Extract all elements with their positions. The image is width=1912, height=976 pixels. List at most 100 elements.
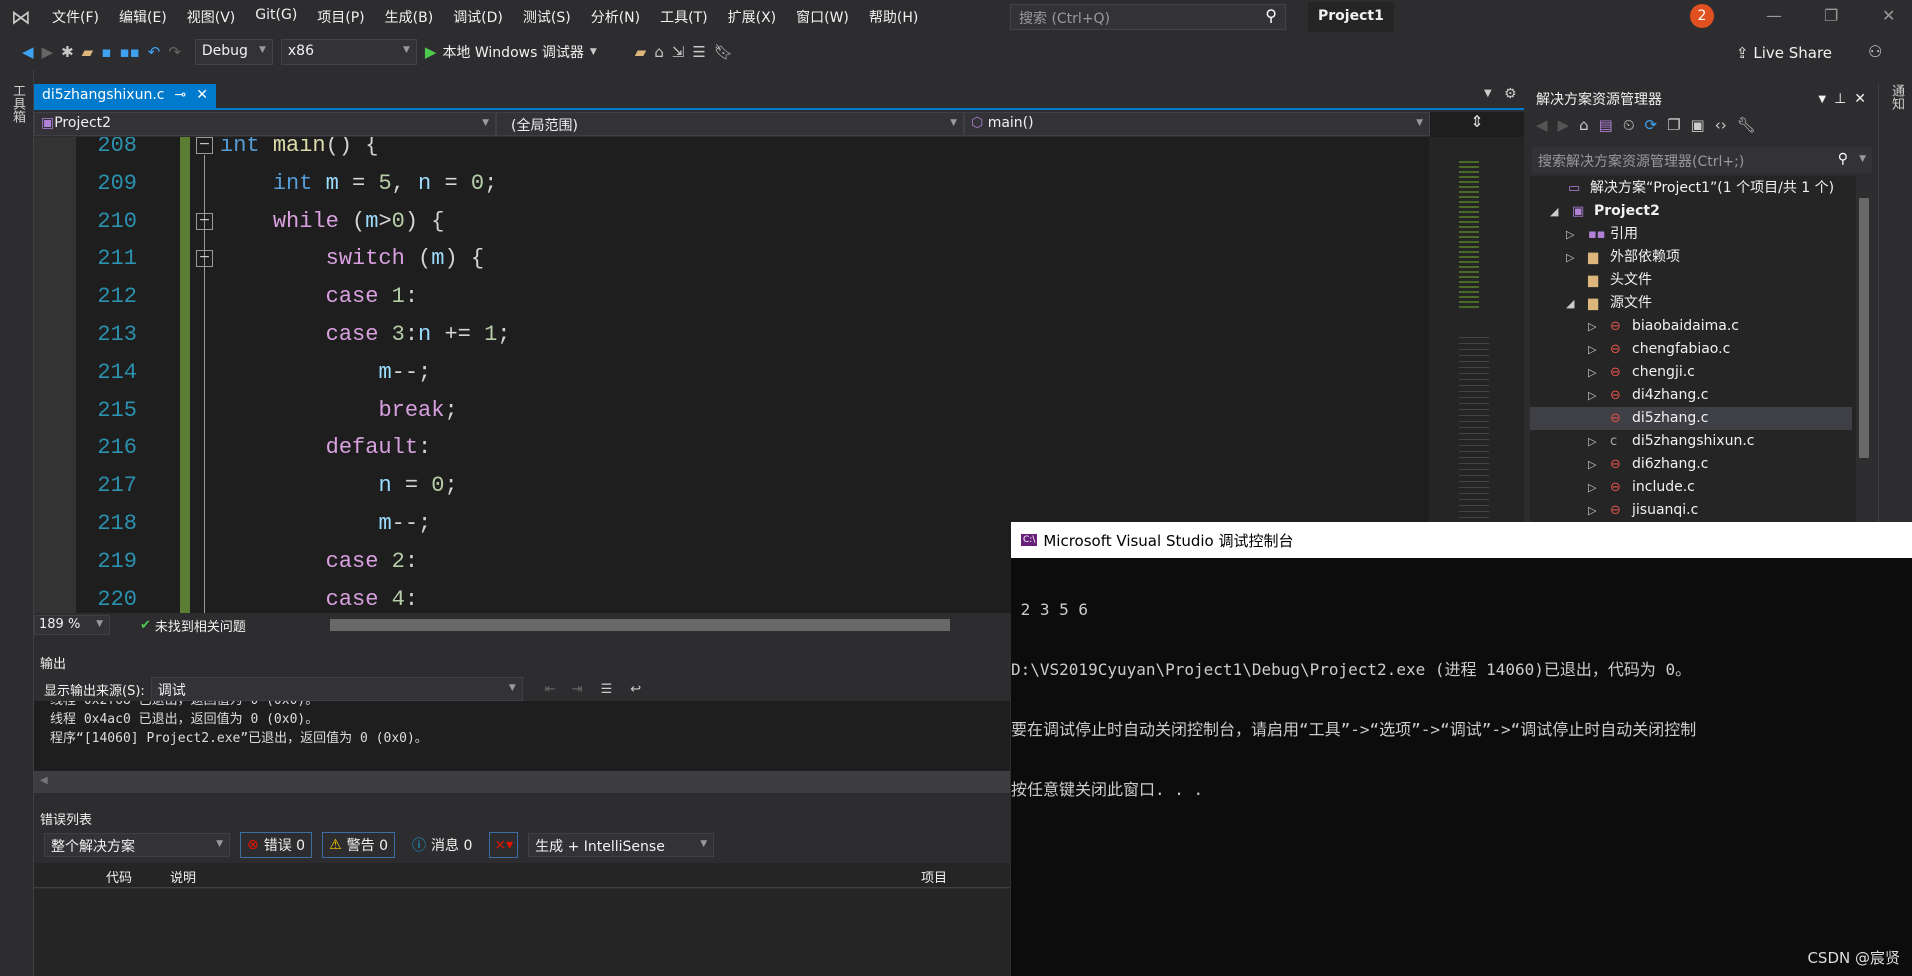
search-input[interactable]: 搜索 (Ctrl+Q) ⚲	[1010, 4, 1286, 30]
switch-views-icon[interactable]: ▤	[1599, 116, 1613, 134]
collapse-icon[interactable]: −	[196, 137, 213, 154]
window-position-icon[interactable]: ▼	[1818, 94, 1826, 105]
solution-tree-item[interactable]: ▷ ⊖ jisuanqi.c	[1530, 499, 1852, 522]
solution-tree-item[interactable]: ▷ ⊖ di6zhang.c	[1530, 453, 1852, 476]
solution-tree-item[interactable]: ▷ ▆ 外部依赖项	[1530, 246, 1852, 269]
expand-icon[interactable]: ▷	[1588, 384, 1596, 407]
back-icon[interactable]: ◀	[22, 43, 34, 61]
expand-icon[interactable]: ◢	[1550, 200, 1558, 223]
member-dropdown[interactable]: ⬡ main() ▼	[964, 112, 1430, 136]
feedback-icon[interactable]: ⚇	[1868, 42, 1882, 61]
solution-tree-item[interactable]: ▷ ⊖ chengfabiao.c	[1530, 338, 1852, 361]
menu-item[interactable]: 帮助(H)	[859, 7, 928, 27]
output-horizontal-scrollbar[interactable]: ◀	[34, 771, 1010, 793]
configuration-dropdown[interactable]: Debug ▼	[194, 39, 273, 65]
notification-badge[interactable]: 2	[1690, 4, 1714, 28]
platform-dropdown[interactable]: x86 ▼	[280, 39, 417, 65]
column-project[interactable]: 项目	[921, 867, 947, 886]
properties-icon[interactable]: 🔧︎	[1737, 116, 1756, 134]
new-project-icon[interactable]: ✱	[61, 43, 74, 61]
menu-item[interactable]: 工具(T)	[650, 7, 717, 27]
solution-tree-item[interactable]: ▷ ⊖ chengji.c	[1530, 361, 1852, 384]
solution-tree-item[interactable]: ▷ c di5zhangshixun.c	[1530, 430, 1852, 453]
warnings-filter-button[interactable]: ⚠ 警告 0	[322, 832, 396, 858]
collapse-icon[interactable]: −	[196, 250, 213, 268]
pin-icon[interactable]: ⊸	[174, 87, 186, 107]
start-debugging-button[interactable]: ▶ 本地 Windows 调试器 ▼	[425, 42, 597, 62]
solution-tree-item[interactable]: ▷ ⊖ di4zhang.c	[1530, 384, 1852, 407]
expand-icon[interactable]: ▷	[1566, 246, 1574, 269]
solution-tree-item[interactable]: ▆ 头文件	[1530, 269, 1852, 292]
expand-icon[interactable]: ▷	[1588, 361, 1596, 384]
menu-item[interactable]: 编辑(E)	[109, 7, 177, 27]
issues-status[interactable]: 未找到相关问题	[155, 616, 246, 635]
messages-filter-button[interactable]: ⓘ 消息 0	[405, 832, 479, 858]
live-share-button[interactable]: ⇪ Live Share	[1736, 44, 1832, 62]
clear-filter-button[interactable]: ⨯▾	[489, 832, 519, 858]
solution-tree-item[interactable]: ◢ ▆ 源文件	[1530, 292, 1852, 315]
expand-icon[interactable]: ▷	[1588, 338, 1596, 361]
forward-icon[interactable]: ▶	[42, 43, 54, 61]
menu-item[interactable]: Git(G)	[245, 7, 307, 27]
split-editor-button[interactable]: ⇕	[1430, 112, 1524, 137]
maximize-button[interactable]: ❐	[1824, 6, 1838, 25]
expand-icon[interactable]: ▷	[1588, 315, 1596, 338]
column-description[interactable]: 说明	[170, 867, 196, 886]
menu-item[interactable]: 测试(S)	[513, 7, 581, 27]
undo-icon[interactable]: ↶	[148, 43, 161, 61]
collapse-all-icon[interactable]: ❐	[1667, 116, 1680, 134]
expand-icon[interactable]: ▷	[1588, 453, 1596, 476]
build-filter-dropdown[interactable]: 生成 + IntelliSense ▼	[528, 833, 715, 857]
menu-item[interactable]: 文件(F)	[42, 7, 109, 27]
bookmark-icon[interactable]: 🔖︎	[714, 43, 733, 61]
expand-icon[interactable]: ◢	[1566, 292, 1574, 315]
solution-tree-item[interactable]: ▷ ⊖ include.c	[1530, 476, 1852, 499]
menu-item[interactable]: 调试(D)	[443, 7, 513, 27]
menu-item[interactable]: 视图(V)	[177, 7, 246, 27]
solution-search-input[interactable]: 搜索解决方案资源管理器(Ctrl+;) ⚲ ▼	[1532, 147, 1872, 173]
solution-tree-item[interactable]: ⊖ di5zhang.c	[1530, 407, 1852, 430]
save-icon[interactable]: ▪	[101, 43, 111, 61]
expand-icon[interactable]: ▷	[1566, 223, 1574, 246]
pending-changes-icon[interactable]: ⏲	[1623, 116, 1635, 134]
solution-tree-item[interactable]: ◢ ▣ Project2	[1530, 200, 1852, 223]
scrollbar-thumb[interactable]	[1859, 198, 1869, 458]
redo-icon[interactable]: ↷	[168, 43, 181, 61]
menu-item[interactable]: 项目(P)	[307, 7, 374, 27]
clear-all-icon[interactable]: ☰	[601, 682, 613, 697]
pin-icon[interactable]: ⊥	[1834, 91, 1846, 107]
scope-filter-dropdown[interactable]: 整个解决方案 ▼	[44, 833, 230, 857]
view-code-icon[interactable]: ‹›	[1715, 116, 1727, 134]
notifications-tab[interactable]: 通知	[1887, 84, 1906, 110]
solution-tree-item[interactable]: ▭ 解决方案“Project1”(1 个项目/共 1 个)	[1530, 177, 1852, 200]
menu-item[interactable]: 窗口(W)	[786, 7, 859, 27]
tab-list-dropdown-icon[interactable]: ▼	[1484, 88, 1492, 99]
zoom-dropdown[interactable]: 189 % ▼	[34, 615, 110, 635]
menu-item[interactable]: 分析(N)	[581, 7, 650, 27]
open-file-icon[interactable]: ▰	[82, 43, 94, 61]
goto-next-icon[interactable]: ⇥	[572, 682, 583, 697]
errors-filter-button[interactable]: ⊗ 错误 0	[240, 832, 313, 858]
save-all-icon[interactable]: ▪▪	[119, 43, 139, 61]
sync-icon[interactable]: ⟳	[1645, 116, 1658, 134]
solution-tree-item[interactable]: ▷ ▪▪ 引用	[1530, 223, 1852, 246]
forward-icon[interactable]: ▶	[1558, 116, 1570, 134]
goto-previous-icon[interactable]: ⇤	[545, 682, 556, 697]
close-panel-icon[interactable]: ✕	[1854, 91, 1866, 107]
step-icon[interactable]: ⇲	[672, 43, 685, 61]
browser-icon[interactable]: ⌂	[654, 43, 664, 61]
solution-tree-item[interactable]: ▷ ⊖ biaobaidaima.c	[1530, 315, 1852, 338]
close-button[interactable]: ✕	[1882, 6, 1895, 25]
collapse-icon[interactable]: −	[196, 212, 213, 230]
column-code[interactable]: 代码	[106, 867, 132, 886]
expand-icon[interactable]: ▷	[1588, 499, 1596, 522]
word-wrap-icon[interactable]: ↩	[630, 682, 641, 697]
toolbox-tab[interactable]: 工具箱	[8, 84, 27, 123]
output-text[interactable]: 线程 0x2f68 已退出，返回值为 0 (0x0)。 线程 0x4ac0 已退…	[34, 701, 1010, 771]
show-all-files-icon[interactable]: ▣	[1691, 116, 1705, 134]
tab-di5zhangshixun[interactable]: di5zhangshixun.c ⊸ ✕	[34, 84, 216, 110]
menu-item[interactable]: 扩展(X)	[718, 7, 787, 27]
close-tab-icon[interactable]: ✕	[196, 87, 208, 107]
output-source-dropdown[interactable]: 调试 ▼	[150, 677, 523, 701]
folder-icon[interactable]: ▰	[635, 43, 647, 61]
